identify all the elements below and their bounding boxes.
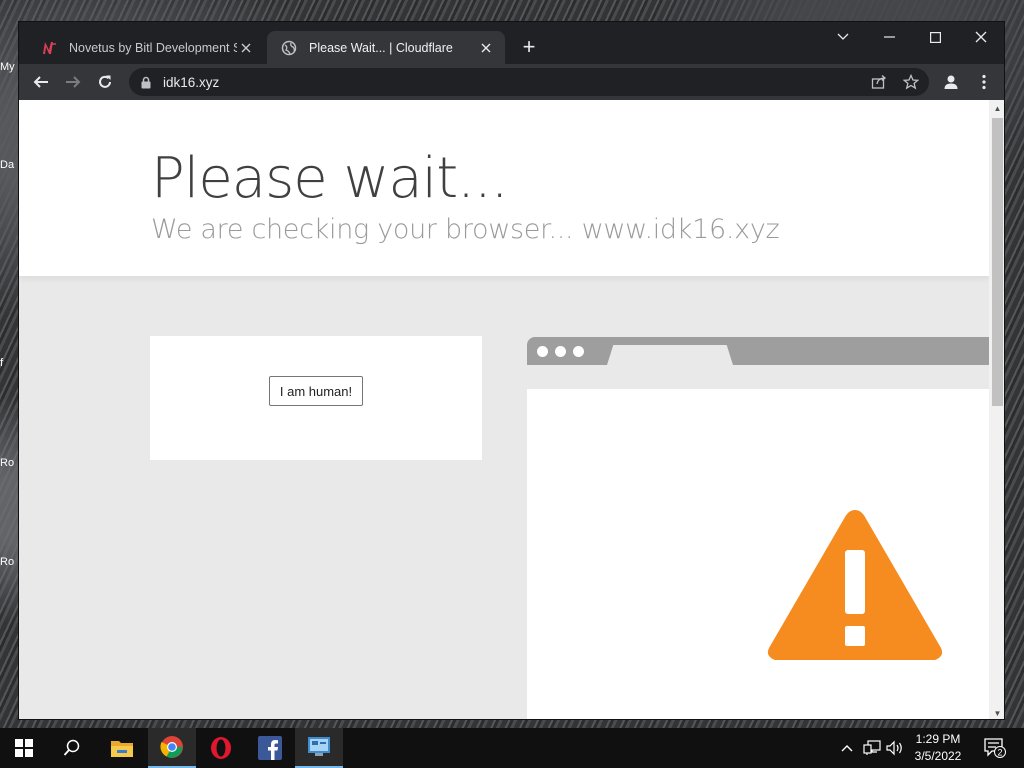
show-hidden-icons-chevron-icon[interactable] [838,728,856,768]
illustration-tab [607,345,733,365]
volume-icon[interactable] [884,728,906,768]
novetus-n-icon [41,40,57,56]
i-am-human-button[interactable]: I am human! [269,376,363,406]
back-arrow-icon[interactable] [27,68,55,96]
tab-novetus[interactable]: Novetus by Bitl Development Stu [27,31,265,64]
lock-icon[interactable] [141,75,153,89]
browser-illustration-body [527,389,989,719]
notifications-icon[interactable]: 2 [980,728,1010,768]
address-bar[interactable]: idk16.xyz [129,68,929,96]
windows-start-icon[interactable] [0,728,48,768]
opera-icon[interactable] [197,728,245,768]
share-icon[interactable] [869,72,889,92]
tab-cloudflare[interactable]: Please Wait... | Cloudflare [267,31,505,64]
tab-title: Please Wait... | Cloudflare [309,40,453,55]
desktop-icon-label[interactable]: Ro [0,456,18,486]
illustration-dot [555,346,566,357]
network-icon[interactable] [861,728,883,768]
close-icon[interactable] [477,39,495,57]
close-window-icon[interactable] [958,22,1004,52]
scroll-down-arrow-icon[interactable]: ▼ [989,705,1004,719]
page-viewport: Please wait... We are checking your brow… [19,100,989,719]
control-panel-icon[interactable] [295,728,343,768]
search-icon[interactable] [48,728,96,768]
notification-count: 2 [997,747,1002,757]
desktop-icon-label[interactable]: Ro [0,555,18,585]
scrollbar-thumb[interactable] [992,118,1003,406]
illustration-dot [573,346,584,357]
file-explorer-icon[interactable] [98,728,146,768]
illustration-dot [537,346,548,357]
taskbar: 1:29 PM 3/5/2022 2 [0,728,1024,768]
clock-time: 1:29 PM [915,732,961,746]
window-controls [820,22,1004,52]
globe-icon [281,40,297,56]
google-chrome-icon[interactable] [148,728,196,768]
tab-title: Novetus by Bitl Development Stu [69,40,237,55]
page-title: Please wait... [151,146,509,211]
facebook-icon[interactable] [246,728,294,768]
page-scrollbar[interactable]: ▲ ▼ [989,100,1004,719]
new-tab-button[interactable]: + [517,36,541,60]
maximize-icon[interactable] [912,22,958,52]
warning-triangle-icon [767,510,943,660]
close-icon[interactable] [237,39,255,57]
tab-strip: Novetus by Bitl Development Stu Please W… [19,22,1004,64]
browser-toolbar: idk16.xyz [19,64,1004,100]
minimize-icon[interactable] [866,22,912,52]
page-header: Please wait... We are checking your brow… [19,100,989,276]
challenge-box: I am human! [150,336,482,460]
profile-icon[interactable] [937,68,965,96]
desktop-icon-label[interactable]: Da [0,158,18,188]
desktop-icon-label[interactable]: f [0,356,18,386]
scroll-up-arrow-icon[interactable]: ▲ [989,100,1004,116]
browser-window: Novetus by Bitl Development Stu Please W… [18,21,1005,720]
taskbar-clock[interactable]: 1:29 PM 3/5/2022 [906,731,970,765]
tab-search-chevron-icon[interactable] [820,22,866,52]
clock-date: 3/5/2022 [914,749,962,763]
bookmark-star-icon[interactable] [901,72,921,92]
reload-icon[interactable] [91,68,119,96]
menu-kebab-icon[interactable] [970,68,998,96]
url-text[interactable]: idk16.xyz [163,75,219,90]
desktop-icon-label[interactable]: My [0,60,18,90]
browser-illustration-bar [527,337,989,365]
forward-arrow-icon[interactable] [59,68,87,96]
page-subtitle: We are checking your browser... www.idk1… [151,214,780,245]
